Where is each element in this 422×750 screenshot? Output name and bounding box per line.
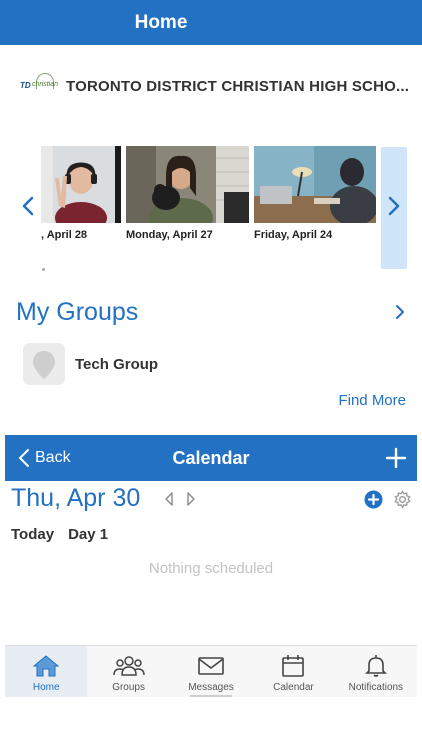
- carousel-date: , April 28: [41, 229, 88, 241]
- plus-icon[interactable]: [385, 447, 407, 469]
- find-more-link[interactable]: Find More: [338, 392, 406, 409]
- tab-label: Home: [32, 682, 60, 693]
- tab-bar: Home Groups Messages Calendar Notificati…: [5, 645, 417, 697]
- school-logo: TD christian: [20, 71, 60, 101]
- tab-label: Calendar: [273, 682, 314, 693]
- tab-calendar[interactable]: Calendar: [252, 646, 334, 697]
- tab-messages[interactable]: Messages: [170, 646, 252, 697]
- calendar-icon: [282, 655, 305, 677]
- carousel-card[interactable]: Monday, April 27: [126, 146, 249, 241]
- add-event-icon[interactable]: [364, 490, 383, 509]
- carousel-photo: [126, 146, 249, 223]
- group-avatar: [23, 343, 65, 385]
- gear-icon[interactable]: [393, 490, 412, 509]
- back-button[interactable]: Back: [17, 435, 71, 481]
- chevron-right-icon[interactable]: [393, 304, 407, 320]
- carousel-photo: [41, 146, 121, 223]
- page-title: Home: [134, 12, 188, 33]
- back-label: Back: [35, 449, 71, 466]
- tab-label: Messages: [188, 682, 234, 693]
- tab-label: Notifications: [348, 682, 404, 693]
- carousel-photo: [254, 146, 376, 223]
- location-pin-icon: [33, 351, 55, 379]
- carousel-date: Friday, April 24: [254, 229, 333, 241]
- empty-state: Nothing scheduled: [148, 560, 274, 577]
- chevron-right-icon[interactable]: [384, 194, 404, 218]
- bell-icon: [364, 655, 387, 677]
- school-row[interactable]: TD christian TORONTO DISTRICT CHRISTIAN …: [20, 68, 410, 104]
- carousel-card[interactable]: , April 28: [41, 146, 121, 241]
- photo-carousel: , April 28 Monday, April 27 Friday, Apri…: [0, 146, 422, 270]
- tab-label: Groups: [112, 682, 145, 693]
- school-name: TORONTO DISTRICT CHRISTIAN HIGH SCHO...: [66, 77, 410, 95]
- calendar-date: Thu, Apr 30: [11, 484, 141, 512]
- calendar-header: Back Calendar: [5, 435, 417, 481]
- messages-icon: [198, 657, 224, 675]
- tab-groups[interactable]: Groups: [87, 646, 169, 697]
- app-header: Home: [0, 0, 422, 45]
- group-item[interactable]: Tech Group: [23, 343, 403, 385]
- carousel-dot: [42, 268, 45, 271]
- day-cycle-label: Day 1: [68, 526, 109, 543]
- tab-home[interactable]: Home: [5, 646, 88, 697]
- prev-day-icon[interactable]: [163, 491, 175, 507]
- carousel-card[interactable]: Friday, April 24: [254, 146, 376, 241]
- tab-underline: [189, 695, 233, 697]
- tab-notifications[interactable]: Notifications: [335, 646, 417, 697]
- chevron-left-icon: [19, 449, 29, 467]
- groups-icon: [112, 656, 145, 676]
- group-name: Tech Group: [75, 355, 159, 373]
- chevron-left-icon[interactable]: [18, 194, 38, 218]
- next-day-icon[interactable]: [185, 491, 197, 507]
- home-icon: [32, 655, 60, 677]
- today-label[interactable]: Today: [11, 526, 54, 543]
- carousel-date: Monday, April 27: [126, 229, 213, 241]
- day-info: Today Day 1: [11, 526, 108, 543]
- groups-title[interactable]: My Groups: [16, 298, 138, 327]
- date-nav: [163, 491, 197, 507]
